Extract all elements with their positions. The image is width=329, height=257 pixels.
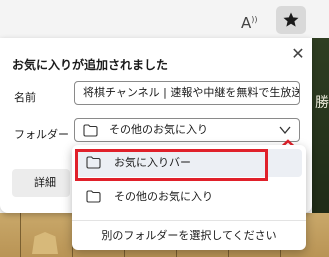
folder-label: フォルダー	[14, 128, 69, 141]
chevron-down-icon	[279, 126, 291, 135]
folder-icon	[83, 124, 98, 137]
name-input[interactable]: 将棋チャンネル | 速報や中継を無料で生放送	[74, 81, 300, 105]
close-icon[interactable]: ✕	[288, 44, 308, 64]
star-filled-icon	[283, 12, 299, 27]
dropdown-divider	[72, 220, 306, 221]
choose-another-folder[interactable]: 別のフォルダーを選択してください	[72, 225, 306, 247]
browser-toolbar: A))	[0, 0, 329, 38]
board-kanji: 勝	[315, 95, 329, 111]
folder-select-value: その他のお気に入り	[109, 123, 208, 136]
dropdown-item-other-favorites[interactable]: その他のお気に入り	[76, 183, 302, 211]
annotation-highlight-box	[75, 149, 268, 181]
name-label: 名前	[14, 91, 36, 104]
dialog-title: お気に入りが追加されました	[12, 58, 169, 72]
folder-select[interactable]: その他のお気に入り	[74, 118, 300, 142]
folder-icon	[86, 190, 101, 203]
dropdown-item-label: その他のお気に入り	[114, 190, 213, 203]
more-button[interactable]: 詳細	[12, 169, 70, 197]
read-aloud-icon[interactable]: A))	[241, 11, 261, 32]
favorite-star-button[interactable]	[276, 6, 306, 34]
